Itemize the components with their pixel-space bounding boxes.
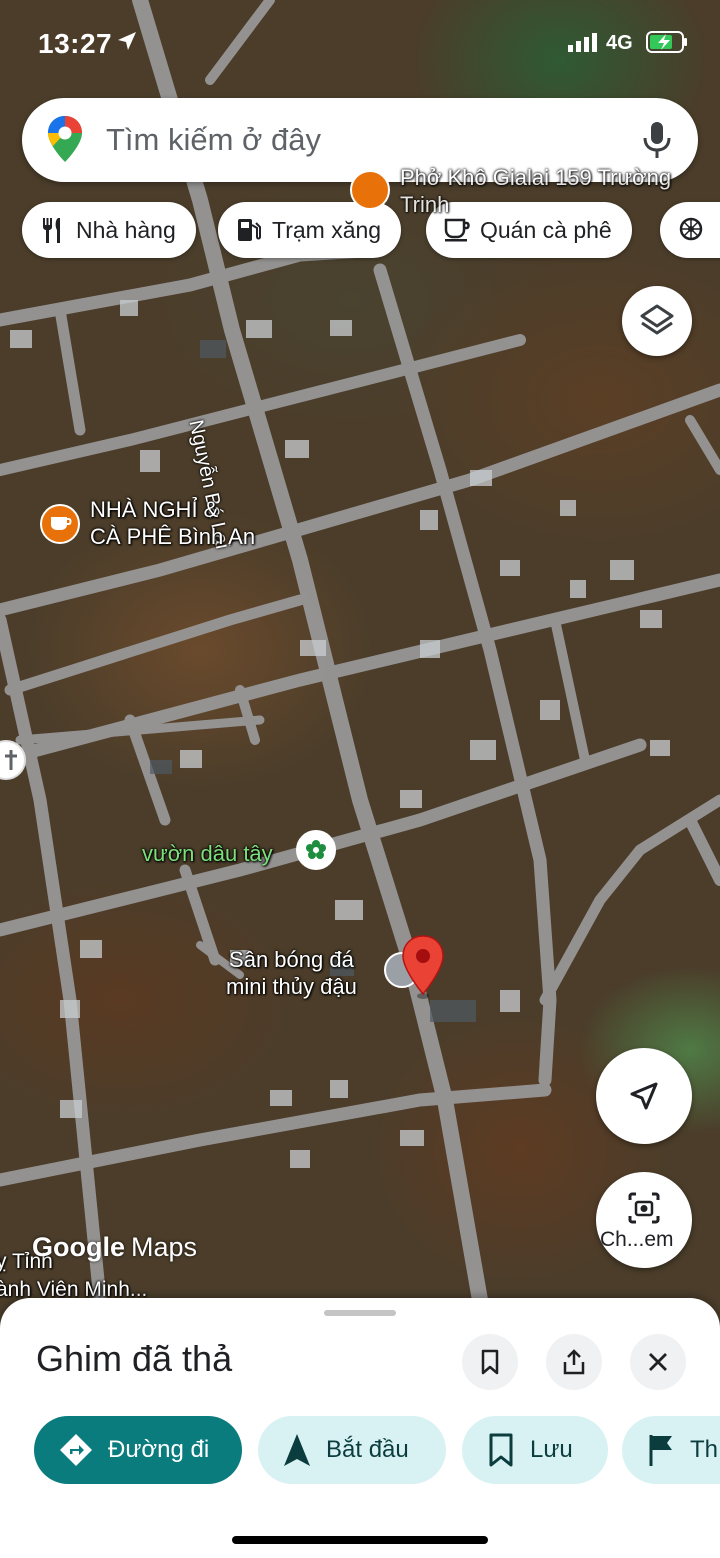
coffee-cup-icon — [444, 218, 470, 242]
sheet-title: Ghim đã thả — [36, 1338, 233, 1379]
save-button[interactable]: Lưu — [462, 1416, 608, 1484]
layers-button[interactable] — [622, 286, 692, 356]
share-icon — [563, 1349, 585, 1375]
navigation-arrow-icon — [630, 1082, 658, 1110]
directions-button[interactable]: Đường đi — [34, 1416, 242, 1484]
google-maps-pin-icon — [48, 116, 82, 162]
close-button[interactable] — [630, 1334, 686, 1390]
flag-icon — [649, 1435, 672, 1466]
close-icon — [649, 1353, 667, 1371]
share-button[interactable] — [546, 1334, 602, 1390]
cross-icon — [5, 750, 17, 770]
google-logo-text: Google — [32, 1232, 125, 1262]
navigation-arrow-icon — [284, 1434, 310, 1466]
layers-icon — [640, 304, 674, 335]
poi-label-inn-line1: NHÀ NGHỈ & — [90, 497, 219, 522]
poi-label-inn-line2: CÀ PHÊ Bình An — [90, 524, 256, 549]
search-input[interactable]: Tìm kiếm ở đây — [106, 122, 321, 158]
location-arrow-icon — [118, 32, 136, 50]
more-action-button[interactable]: Th — [622, 1416, 720, 1484]
chip-restaurants[interactable]: Nhà hàng — [22, 202, 196, 258]
garden-poi-icon[interactable] — [296, 830, 336, 870]
poi-label-field-line2: mini thủy đậu — [226, 974, 357, 999]
my-location-button[interactable] — [596, 1048, 692, 1144]
poi-label-pho[interactable]: Phở Khô Gialai 159 Trường Trinh — [400, 164, 720, 218]
status-time: 13:27 — [38, 28, 113, 59]
dropped-pin-icon[interactable] — [400, 934, 446, 1000]
bookmark-icon — [481, 1349, 499, 1375]
sheet-drag-handle[interactable] — [324, 1310, 396, 1316]
worship-poi-icon[interactable] — [0, 740, 26, 780]
fork-knife-icon — [43, 218, 60, 243]
chip-gas-stations[interactable]: Trạm xăng — [218, 202, 402, 258]
battery-charging-icon — [646, 31, 687, 53]
google-maps-logo: Google Maps — [32, 1232, 197, 1263]
network-type: 4G — [606, 32, 633, 54]
microphone-icon[interactable] — [642, 120, 672, 160]
gas-pump-icon — [238, 219, 261, 241]
attraction-icon — [679, 217, 703, 241]
flower-icon — [306, 840, 326, 859]
directions-icon — [60, 1434, 92, 1466]
camera-icon — [628, 1192, 660, 1224]
start-button[interactable]: Bắt đầu — [258, 1416, 446, 1484]
home-indicator[interactable] — [232, 1536, 488, 1544]
signal-icon — [568, 33, 597, 52]
coffee-cup-icon — [51, 517, 72, 530]
camera-button-label: Ch...em — [600, 1228, 674, 1251]
bottom-sheet[interactable]: Ghim đã thả Đường đi Bắt đầu Lưu Th — [0, 1298, 720, 1558]
maps-logo-text: Maps — [131, 1232, 198, 1262]
status-bar: 13:27 4G — [0, 0, 720, 88]
poi-label-inn[interactable]: NHÀ NGHỈ & CÀ PHÊ Bình An — [90, 496, 255, 550]
bookmark-icon — [489, 1433, 513, 1467]
poi-label-field-line1: Sân bóng đá — [229, 947, 354, 972]
poi-label-garden[interactable]: vườn dâu tây — [142, 840, 273, 867]
cafe-poi-icon[interactable] — [40, 504, 80, 544]
poi-label-field[interactable]: Sân bóng đá mini thủy đậu — [226, 946, 357, 1000]
restaurant-poi-icon[interactable] — [350, 170, 390, 210]
camera-search-button[interactable]: Ch...em — [596, 1172, 692, 1268]
save-icon-button[interactable] — [462, 1334, 518, 1390]
